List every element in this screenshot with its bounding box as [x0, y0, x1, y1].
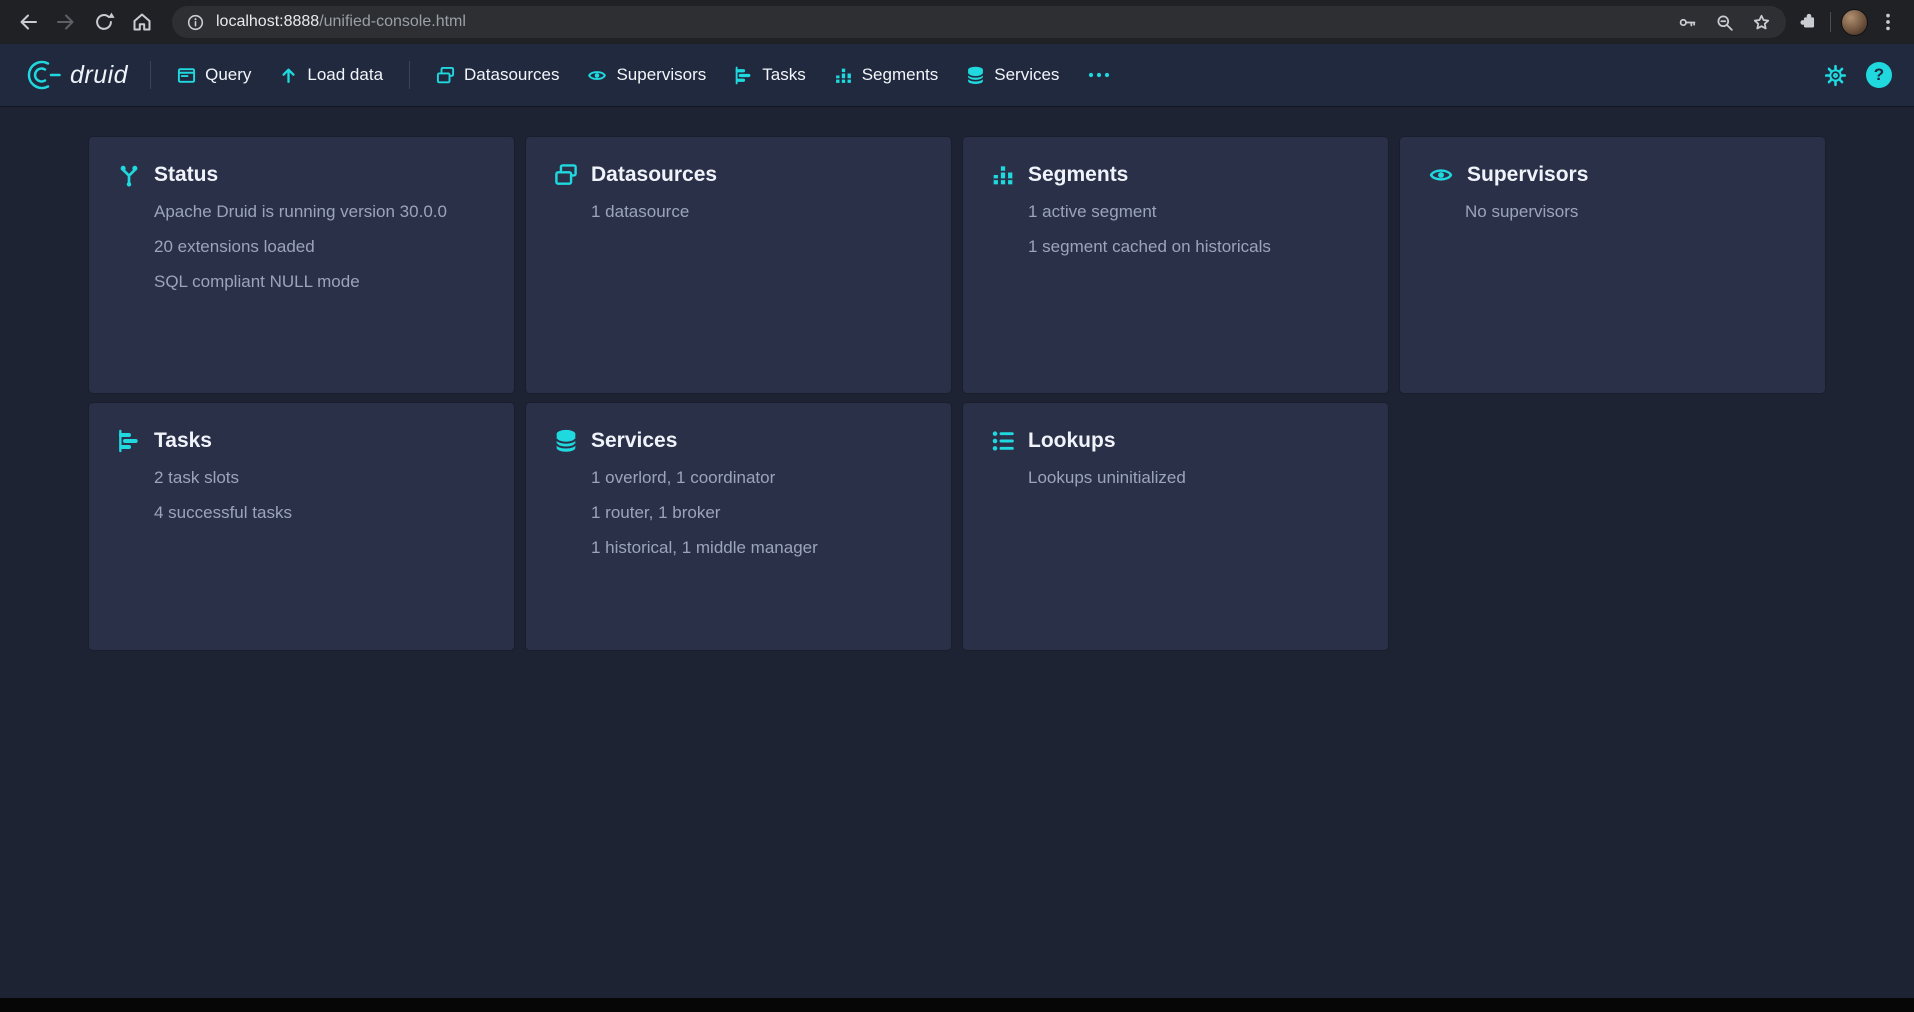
- reload-icon: [92, 10, 116, 34]
- profile-avatar[interactable]: [1841, 9, 1868, 36]
- card-line: 1 historical, 1 middle manager: [591, 539, 923, 557]
- nav-item-label: Tasks: [762, 65, 805, 85]
- toolbar-separator: [1830, 12, 1831, 32]
- card-line: Lookups uninitialized: [1028, 469, 1360, 487]
- home-button[interactable]: [124, 4, 160, 40]
- card-line: 4 successful tasks: [154, 504, 486, 522]
- nav-more-button[interactable]: [1075, 57, 1123, 93]
- card-line: 20 extensions loaded: [154, 238, 486, 256]
- segments-icon: [834, 66, 853, 85]
- forward-button[interactable]: [48, 4, 84, 40]
- nav-item-datasources[interactable]: Datasources: [424, 56, 571, 94]
- bottom-strip: [0, 998, 1914, 1012]
- bookmark-star-icon[interactable]: [1751, 12, 1772, 33]
- card-line: 1 overlord, 1 coordinator: [591, 469, 923, 487]
- nav-item-load-data[interactable]: Load data: [267, 56, 395, 94]
- services-icon: [966, 66, 985, 85]
- cards-grid: Status Apache Druid is running version 3…: [89, 137, 1825, 650]
- card-title: Tasks: [154, 429, 212, 453]
- url-text[interactable]: localhost:8888/unified-console.html: [216, 13, 1666, 31]
- nav-divider: [409, 61, 410, 89]
- segments-icon: [991, 163, 1015, 187]
- more-ellipsis-icon: [1087, 66, 1111, 84]
- supervisors-icon: [1428, 163, 1454, 187]
- card-line: 1 router, 1 broker: [591, 504, 923, 522]
- site-info-icon[interactable]: [186, 13, 205, 32]
- tasks-icon: [117, 429, 141, 453]
- nav-item-query[interactable]: Query: [165, 56, 263, 94]
- nav-item-segments[interactable]: Segments: [822, 56, 951, 94]
- tasks-card[interactable]: Tasks 2 task slots 4 successful tasks: [89, 403, 514, 650]
- services-icon: [554, 429, 578, 453]
- zoom-icon[interactable]: [1714, 12, 1735, 33]
- card-line: No supervisors: [1465, 203, 1797, 221]
- supervisors-card[interactable]: Supervisors No supervisors: [1400, 137, 1825, 393]
- card-line: Apache Druid is running version 30.0.0: [154, 203, 486, 221]
- segments-card[interactable]: Segments 1 active segment 1 segment cach…: [963, 137, 1388, 393]
- card-line: 2 task slots: [154, 469, 486, 487]
- druid-logo-icon: [18, 57, 62, 93]
- datasources-icon: [436, 66, 455, 85]
- extensions-icon[interactable]: [1798, 11, 1820, 33]
- nav-item-label: Services: [994, 65, 1059, 85]
- nav-item-supervisors[interactable]: Supervisors: [575, 56, 718, 94]
- toolbar-right: [1798, 9, 1904, 36]
- status-card[interactable]: Status Apache Druid is running version 3…: [89, 137, 514, 393]
- gear-icon[interactable]: [1823, 63, 1848, 88]
- druid-logo[interactable]: druid: [18, 57, 138, 93]
- url-path: /unified-console.html: [319, 13, 466, 30]
- datasources-card[interactable]: Datasources 1 datasource: [526, 137, 951, 393]
- nav-item-label: Query: [205, 65, 251, 85]
- datasources-icon: [554, 163, 578, 187]
- navbar-right: ?: [1823, 62, 1892, 88]
- services-card[interactable]: Services 1 overlord, 1 coordinator 1 rou…: [526, 403, 951, 650]
- card-line: 1 active segment: [1028, 203, 1360, 221]
- card-title: Supervisors: [1467, 163, 1588, 187]
- back-button[interactable]: [10, 4, 46, 40]
- nav-item-tasks[interactable]: Tasks: [722, 56, 817, 94]
- address-bar[interactable]: localhost:8888/unified-console.html: [172, 6, 1786, 38]
- load-data-icon: [279, 66, 298, 85]
- card-title: Services: [591, 429, 677, 453]
- nav-item-label: Datasources: [464, 65, 559, 85]
- supervisors-icon: [587, 66, 607, 85]
- card-title: Status: [154, 163, 218, 187]
- url-host: localhost:8888: [216, 13, 319, 30]
- browser-menu-icon[interactable]: [1878, 11, 1898, 33]
- forward-icon: [54, 10, 78, 34]
- druid-navbar: druid Query Load data Datasources Superv…: [0, 44, 1914, 106]
- nav-item-label: Load data: [307, 65, 383, 85]
- tasks-icon: [734, 66, 753, 85]
- browser-toolbar: localhost:8888/unified-console.html: [0, 0, 1914, 44]
- status-fork-icon: [117, 163, 141, 187]
- reload-button[interactable]: [86, 4, 122, 40]
- nav-item-label: Segments: [862, 65, 939, 85]
- home-icon: [130, 10, 154, 34]
- nav-item-label: Supervisors: [616, 65, 706, 85]
- card-title: Segments: [1028, 163, 1128, 187]
- home-view: Status Apache Druid is running version 3…: [0, 106, 1914, 650]
- card-title: Lookups: [1028, 429, 1116, 453]
- nav-divider: [150, 61, 151, 89]
- lookups-card[interactable]: Lookups Lookups uninitialized: [963, 403, 1388, 650]
- back-icon: [16, 10, 40, 34]
- passwords-key-icon[interactable]: [1677, 12, 1698, 33]
- card-line: 1 segment cached on historicals: [1028, 238, 1360, 256]
- help-button[interactable]: ?: [1866, 62, 1892, 88]
- nav-item-services[interactable]: Services: [954, 56, 1071, 94]
- help-label: ?: [1874, 65, 1884, 85]
- brand-text: druid: [70, 61, 128, 90]
- card-line: SQL compliant NULL mode: [154, 273, 486, 291]
- query-icon: [177, 66, 196, 85]
- card-line: 1 datasource: [591, 203, 923, 221]
- lookups-icon: [991, 429, 1015, 453]
- card-title: Datasources: [591, 163, 717, 187]
